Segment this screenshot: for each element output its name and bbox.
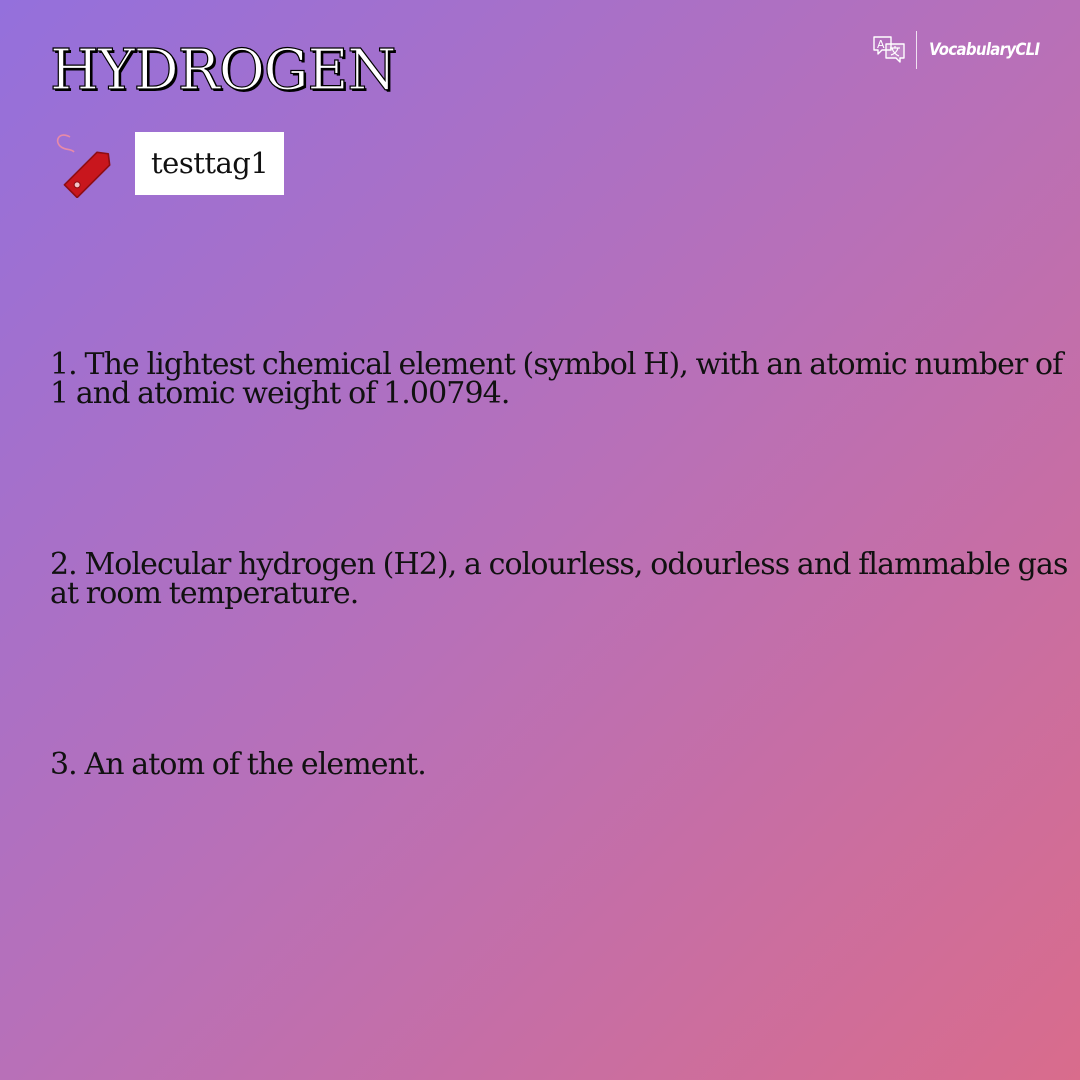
brand-name: VocabularyCLI [928,40,1040,60]
definition-1: 1. The lightest chemical element (symbol… [50,347,1063,411]
tag-icon [56,134,111,198]
word-title: HYDROGEN [49,37,397,103]
svg-text:A: A [877,38,885,51]
tag-row: testtag1 [52,128,285,198]
vocabulary-card: HYDROGEN A VocabularyCLI testtag1 1. The… [0,0,1080,1080]
brand-logo: A VocabularyCLI [872,30,1054,70]
definition-2: 2. Molecular hydrogen (H2), a colourless… [50,547,1068,611]
translate-icon: A [872,36,905,63]
tag-label[interactable]: testtag1 [135,131,285,195]
brand-divider [915,31,917,69]
definition-3: 3. An atom of the element. [50,747,427,782]
